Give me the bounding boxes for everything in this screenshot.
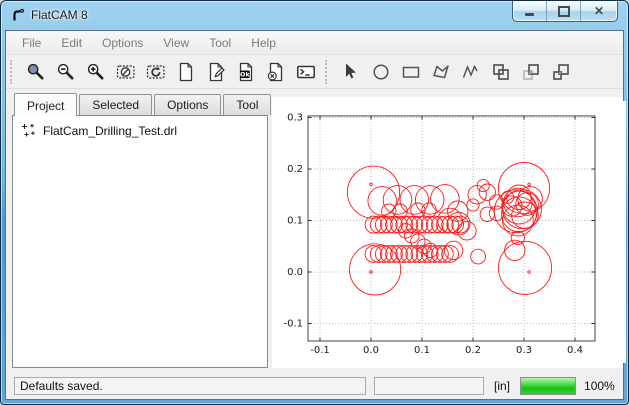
zoom-in-button[interactable] <box>81 58 111 86</box>
replot-icon <box>146 62 166 82</box>
tab-bar: ProjectSelectedOptionsTool <box>12 93 268 115</box>
replot-button[interactable] <box>141 58 171 86</box>
progress-percent: 100% <box>584 379 615 393</box>
union-button[interactable] <box>486 58 516 86</box>
select-icon <box>341 62 361 82</box>
tree-item[interactable]: FlatCam_Drilling_Test.drl <box>13 116 267 139</box>
maximize-icon <box>558 6 570 17</box>
menu-item-options[interactable]: Options <box>92 33 153 53</box>
svg-text:0.1: 0.1 <box>414 345 430 356</box>
close-icon: ✕ <box>594 5 604 17</box>
edit-file-icon <box>206 62 226 82</box>
svg-text:0.1: 0.1 <box>287 216 303 227</box>
svg-text:0.2: 0.2 <box>287 164 303 175</box>
toolbar: Ok <box>6 55 623 89</box>
shell-button[interactable] <box>291 58 321 86</box>
svg-text:0.0: 0.0 <box>363 345 379 356</box>
svg-text:-0.1: -0.1 <box>310 345 330 356</box>
client-area: FileEditOptionsViewToolHelp Ok ProjectSe… <box>5 30 624 400</box>
maximize-button[interactable] <box>547 1 581 21</box>
menu-bar: FileEditOptionsViewToolHelp <box>6 31 623 55</box>
clear-plot-icon <box>116 62 136 82</box>
app-window: FlatCAM 8 ✕ FileEditOptionsViewToolHelp … <box>0 0 629 405</box>
caption-buttons: ✕ <box>512 1 618 22</box>
intersection-icon <box>521 62 541 82</box>
toolbar-handle[interactable] <box>10 60 16 84</box>
units-label: [in] <box>492 379 512 393</box>
svg-text:0.3: 0.3 <box>287 113 303 124</box>
svg-text:0.3: 0.3 <box>516 345 532 356</box>
clear-plot-button[interactable] <box>111 58 141 86</box>
plot-canvas[interactable]: -0.1 0.0 0.1 0.2 0.3 0.4 -0.1 0.0 0.1 0.2 0.3 <box>272 97 623 368</box>
draw-polygon-icon <box>431 62 451 82</box>
zoom-out-icon <box>56 62 76 82</box>
main-content: ProjectSelectedOptionsTool FlatCam_Drill… <box>6 89 623 368</box>
zoom-fit-button[interactable] <box>21 58 51 86</box>
tree-item-label: FlatCam_Drilling_Test.drl <box>43 124 177 138</box>
toolbar-handle[interactable] <box>325 60 331 84</box>
status-message: Defaults saved. <box>14 377 366 395</box>
status-bar: Defaults saved. [in] 100% ⋰ <box>6 373 623 399</box>
ok-file-icon: Ok <box>236 62 256 82</box>
draw-polygon-button[interactable] <box>426 58 456 86</box>
subtract-icon <box>551 62 571 82</box>
new-file-button[interactable] <box>171 58 201 86</box>
cancel-file-icon <box>266 62 286 82</box>
draw-rectangle-icon <box>401 62 421 82</box>
menu-item-file[interactable]: File <box>12 33 51 53</box>
shell-icon <box>296 62 316 82</box>
draw-rectangle-button[interactable] <box>396 58 426 86</box>
cancel-file-button[interactable] <box>261 58 291 86</box>
ok-file-button[interactable]: Ok <box>231 58 261 86</box>
progress-bar <box>520 377 576 395</box>
minimize-icon <box>525 13 534 16</box>
left-panel: ProjectSelectedOptionsTool FlatCam_Drill… <box>12 93 268 368</box>
menu-item-help[interactable]: Help <box>241 33 286 53</box>
close-button[interactable]: ✕ <box>581 1 617 21</box>
draw-path-icon <box>461 62 481 82</box>
menu-item-view[interactable]: View <box>153 33 199 53</box>
svg-text:Ok: Ok <box>240 70 250 78</box>
status-aux-box <box>374 377 484 395</box>
edit-file-button[interactable] <box>201 58 231 86</box>
new-file-icon <box>176 62 196 82</box>
tab-options[interactable]: Options <box>154 94 221 115</box>
svg-text:0.4: 0.4 <box>567 345 583 356</box>
tab-selected[interactable]: Selected <box>79 94 152 115</box>
window-title: FlatCAM 8 <box>31 8 88 22</box>
project-tree[interactable]: FlatCam_Drilling_Test.drl <box>12 115 268 368</box>
matplotlib-figure[interactable]: -0.1 0.0 0.1 0.2 0.3 0.4 -0.1 0.0 0.1 0.2 0.3 <box>272 101 626 363</box>
draw-circle-icon <box>371 62 391 82</box>
resize-grip-icon[interactable]: ⋰ <box>623 384 629 399</box>
flatcam-logo-icon <box>10 7 26 23</box>
svg-text:-0.1: -0.1 <box>283 319 303 330</box>
menu-item-edit[interactable]: Edit <box>51 33 92 53</box>
draw-circle-button[interactable] <box>366 58 396 86</box>
tab-tool[interactable]: Tool <box>223 94 271 115</box>
svg-text:0.2: 0.2 <box>465 345 481 356</box>
zoom-fit-icon <box>26 62 46 82</box>
menu-item-tool[interactable]: Tool <box>199 33 241 53</box>
select-button[interactable] <box>336 58 366 86</box>
minimize-button[interactable] <box>513 1 547 21</box>
title-bar[interactable]: FlatCAM 8 ✕ <box>1 1 628 29</box>
draw-path-button[interactable] <box>456 58 486 86</box>
tab-project[interactable]: Project <box>14 93 77 116</box>
subtract-button[interactable] <box>546 58 576 86</box>
excellon-drill-icon <box>21 123 37 139</box>
zoom-out-button[interactable] <box>51 58 81 86</box>
svg-text:0.0: 0.0 <box>287 267 303 278</box>
zoom-in-icon <box>86 62 106 82</box>
intersection-button[interactable] <box>516 58 546 86</box>
union-icon <box>491 62 511 82</box>
